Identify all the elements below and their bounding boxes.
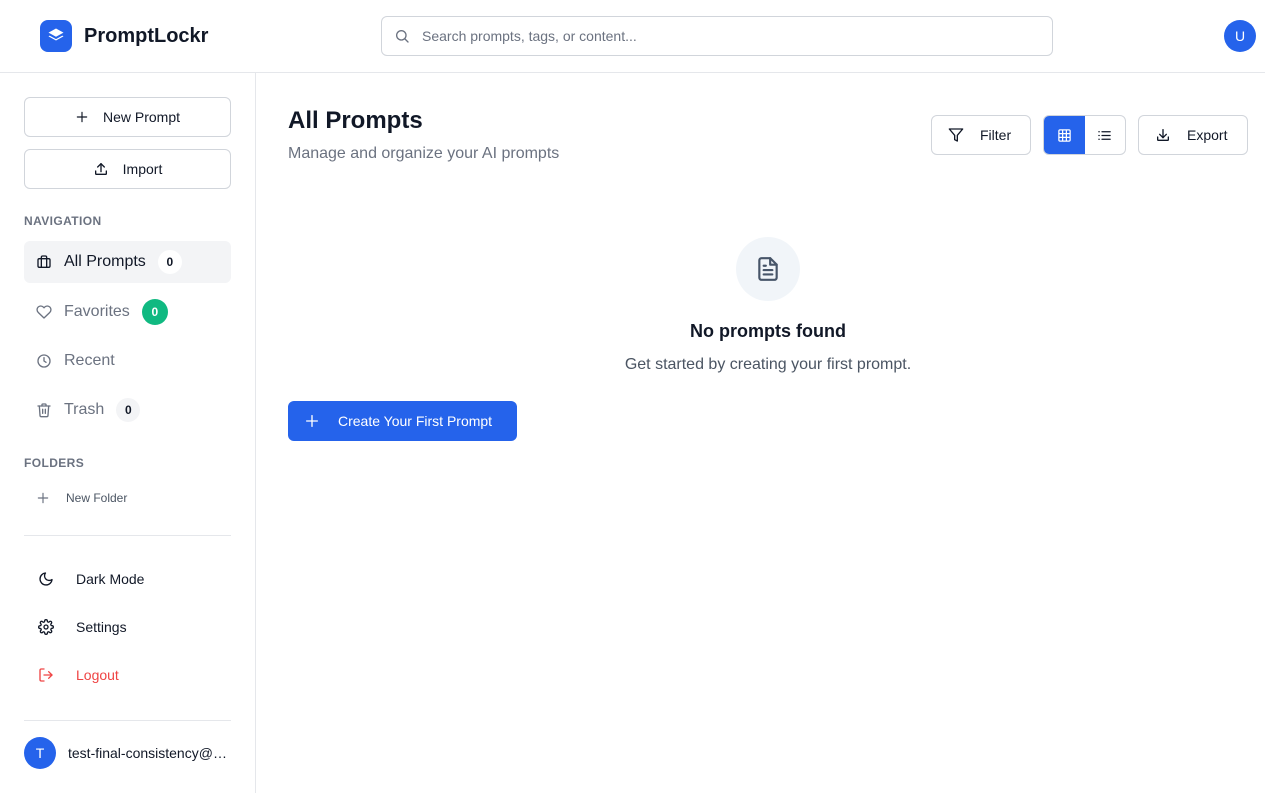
briefcase-icon [37, 255, 51, 268]
new-prompt-label: New Prompt [102, 109, 181, 125]
sidebar-item-all-prompts[interactable]: All Prompts 0 [24, 241, 231, 283]
new-prompt-button[interactable]: New Prompt [24, 97, 231, 137]
empty-state-title: No prompts found [690, 321, 846, 341]
sidebar-item-label: Recent [64, 352, 115, 369]
page-title: All Prompts [288, 107, 423, 134]
plus-icon [76, 111, 88, 123]
plus-icon [306, 415, 318, 427]
export-button[interactable]: Export [1138, 115, 1248, 155]
sidebar-item-favorites[interactable]: Favorites 0 [24, 291, 231, 333]
user-email: test-final-consistency@example.com [68, 745, 232, 761]
sidebar-item-label: Favorites [64, 303, 130, 320]
settings-button[interactable]: Settings [24, 609, 231, 645]
settings-label: Settings [76, 619, 127, 635]
view-mode-toggle [1043, 115, 1126, 155]
sidebar-divider [24, 720, 231, 721]
logout-button[interactable]: Logout [24, 657, 231, 693]
top-header: PromptLockr U [0, 0, 1265, 73]
clock-icon [37, 354, 51, 368]
export-label: Export [1187, 127, 1228, 143]
moon-icon [39, 572, 53, 586]
folders-heading: FOLDERS [24, 456, 85, 470]
trash-icon [37, 403, 51, 418]
download-icon [1157, 129, 1169, 141]
user-avatar-button[interactable]: U [1224, 20, 1256, 52]
search-bar [381, 16, 1053, 56]
list-icon [1098, 130, 1111, 140]
new-folder-label: New Folder [66, 491, 128, 505]
sidebar-item-label: Trash [64, 401, 105, 418]
empty-state-text: Get started by creating your first promp… [624, 356, 912, 373]
dark-mode-label: Dark Mode [76, 571, 145, 587]
heart-icon [36, 305, 52, 319]
app-title: PromptLockr [84, 25, 209, 47]
logout-icon [39, 668, 53, 682]
avatar: T [24, 737, 56, 769]
filter-icon [948, 128, 964, 142]
sidebar-divider [24, 535, 231, 536]
empty-state-icon-wrapper [736, 237, 800, 301]
count-badge: 0 [116, 398, 141, 422]
list-view-button[interactable] [1085, 116, 1126, 154]
layers-icon [48, 28, 64, 41]
sidebar-item-recent[interactable]: Recent [24, 340, 231, 382]
import-label: Import [122, 161, 163, 177]
upload-icon [94, 163, 107, 175]
filter-label: Filter [980, 127, 1012, 143]
sidebar-item-label: All Prompts [64, 253, 146, 270]
import-button[interactable]: Import [24, 149, 231, 189]
app-logo[interactable] [40, 20, 72, 52]
user-profile[interactable]: T test-final-consistency@example.com [24, 737, 234, 769]
gear-icon [38, 619, 54, 635]
navigation-heading: NAVIGATION [24, 214, 102, 228]
sidebar-item-trash[interactable]: Trash 0 [24, 389, 231, 431]
create-first-prompt-label: Create Your First Prompt [338, 413, 493, 429]
grid-icon [1058, 128, 1071, 142]
count-badge: 0 [141, 299, 168, 325]
dark-mode-toggle[interactable]: Dark Mode [24, 561, 231, 597]
logout-label: Logout [76, 667, 119, 683]
plus-icon [37, 492, 49, 504]
sidebar: New Prompt Import NAVIGATION All Prompts… [0, 73, 256, 793]
search-input[interactable] [422, 17, 1042, 55]
count-badge: 0 [157, 250, 182, 274]
grid-view-button[interactable] [1044, 116, 1085, 154]
page-subtitle: Manage and organize your AI prompts [288, 145, 560, 162]
create-first-prompt-button[interactable]: Create Your First Prompt [288, 401, 517, 441]
search-icon [394, 28, 410, 44]
file-text-icon [758, 257, 778, 281]
filter-button[interactable]: Filter [931, 115, 1031, 155]
new-folder-button[interactable]: New Folder [24, 487, 127, 509]
